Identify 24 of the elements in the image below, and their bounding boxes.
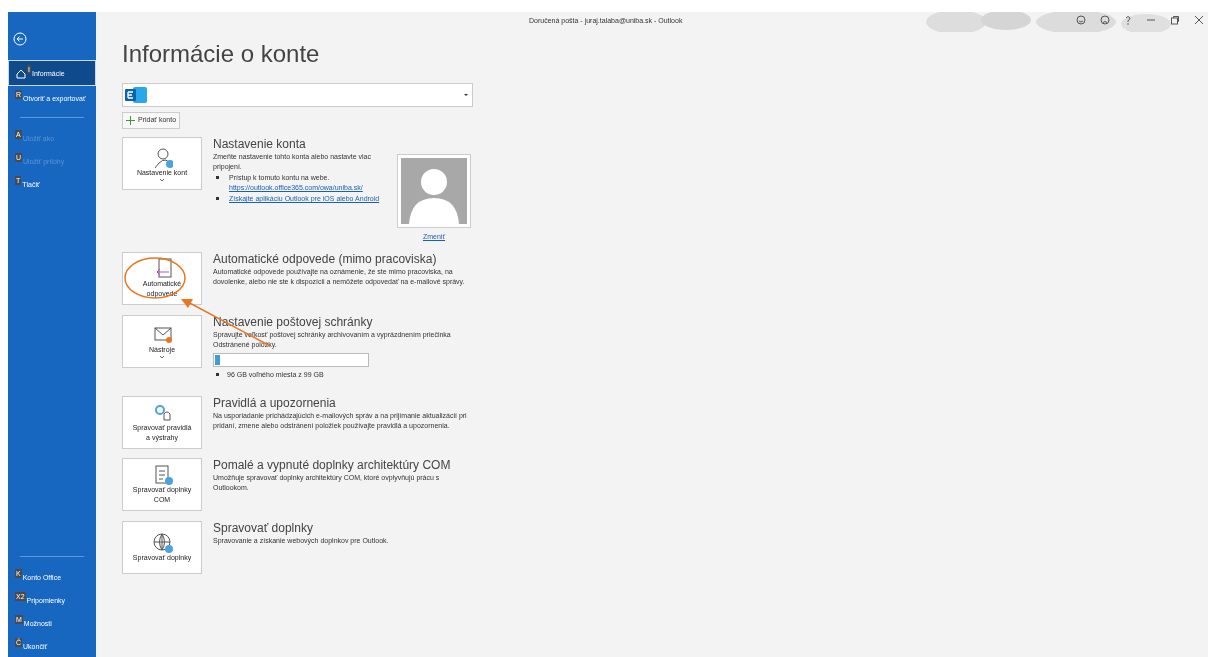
highlight-ellipse xyxy=(124,257,186,299)
caret-icon xyxy=(159,177,165,182)
section-title: Pomalé a vypnuté doplnky architektúry COM xyxy=(213,457,452,472)
home-icon xyxy=(16,69,26,79)
smile-icon[interactable] xyxy=(1076,15,1086,25)
frown-icon[interactable] xyxy=(1100,15,1110,25)
help-icon[interactable] xyxy=(1124,15,1132,25)
back-icon[interactable] xyxy=(13,32,27,46)
bullet-icon xyxy=(216,197,219,200)
section-title: Automatické odpovede (mimo pracoviska) xyxy=(213,251,438,266)
bullet-icon xyxy=(216,176,219,179)
account-dropdown[interactable] xyxy=(122,83,473,107)
close-icon[interactable] xyxy=(1194,15,1204,25)
section-title: Spravovať doplnky xyxy=(213,520,314,535)
restore-icon[interactable] xyxy=(1170,15,1180,25)
caret-icon xyxy=(462,92,470,98)
plus-icon xyxy=(126,116,135,125)
section-title: Pravidlá a upozornenia xyxy=(213,395,337,410)
page-title: Informácie o konte xyxy=(122,42,320,66)
bullet-icon xyxy=(216,372,219,376)
caret-icon xyxy=(159,355,165,359)
globe-icon xyxy=(151,531,173,553)
section-title: Nastavenie konta xyxy=(213,137,307,151)
exchange-logo-icon xyxy=(125,86,147,104)
